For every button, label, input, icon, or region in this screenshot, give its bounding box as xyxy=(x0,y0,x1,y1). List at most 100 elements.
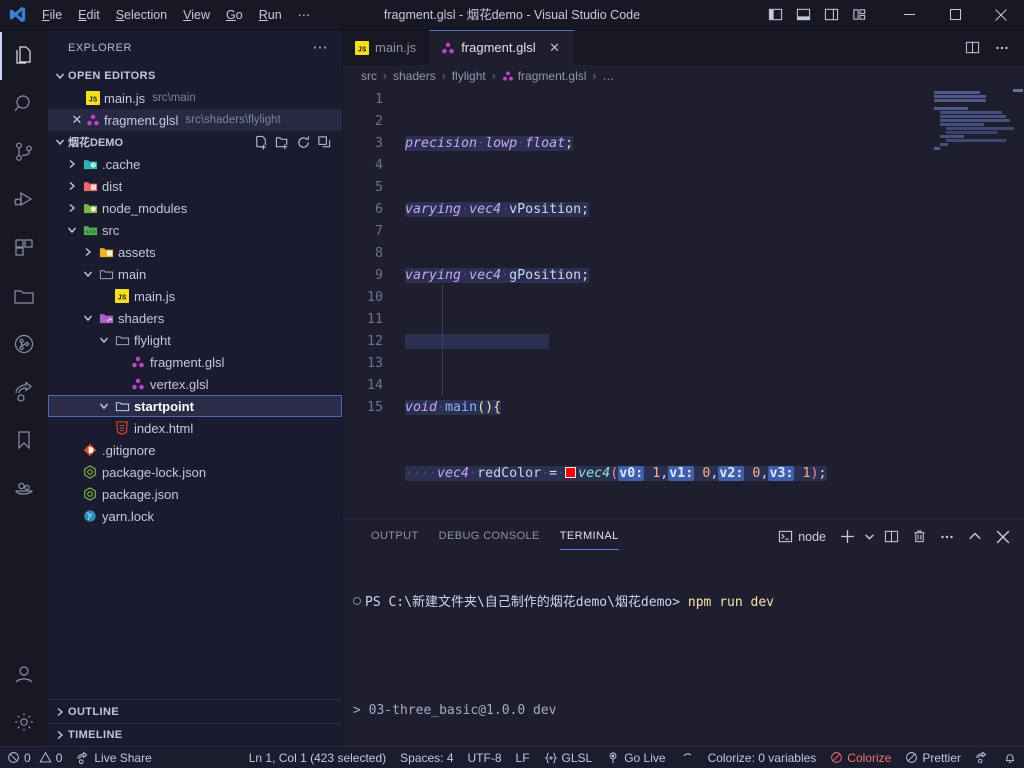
tree-item-dist[interactable]: dist xyxy=(48,175,342,197)
toggle-panel-icon[interactable] xyxy=(790,2,816,28)
code-content[interactable]: precision·lowp·float; varying·vec4·vPosi… xyxy=(405,87,1024,518)
tree-item-node-modules[interactable]: node_modules xyxy=(48,197,342,219)
terminal-dropdown-icon[interactable] xyxy=(862,524,876,550)
tab-close-icon[interactable]: ✕ xyxy=(548,40,562,56)
new-folder-icon[interactable] xyxy=(272,132,292,152)
status-colorize-count[interactable]: Colorize: 0 variables xyxy=(701,747,824,768)
accounts-icon[interactable] xyxy=(0,650,48,698)
open-editor-item-fragmentglsl[interactable]: ✕ fragment.glsl src\shaders\flylight xyxy=(48,109,342,131)
status-colorize[interactable]: Colorize xyxy=(823,747,898,768)
explorer-more-icon[interactable]: ⋯ xyxy=(307,40,335,55)
close-icon[interactable]: ✕ xyxy=(68,112,86,128)
tree-item-main-folder[interactable]: main xyxy=(48,263,342,285)
sidebar-item-source-control[interactable] xyxy=(0,128,48,176)
menu-view[interactable]: View xyxy=(175,4,218,26)
status-language-mode[interactable]: GLSL xyxy=(537,747,600,768)
breadcrumb-shaders[interactable]: shaders xyxy=(393,69,436,83)
status-cursor-position[interactable]: Ln 1, Col 1 (423 selected) xyxy=(242,747,393,768)
window-minimize-button[interactable] xyxy=(886,0,932,30)
window-close-button[interactable] xyxy=(978,0,1024,30)
scrollbar-thumb[interactable] xyxy=(1013,89,1023,92)
status-encoding[interactable]: UTF-8 xyxy=(461,747,509,768)
chevron-right-icon[interactable] xyxy=(64,178,80,194)
status-prettier[interactable]: Prettier xyxy=(898,747,968,768)
breadcrumb-src[interactable]: src xyxy=(361,69,377,83)
tree-item-indexhtml[interactable]: index.html xyxy=(48,417,342,439)
tab-output[interactable]: OUTPUT xyxy=(361,519,429,554)
menu-file[interactable]: File xyxy=(34,4,70,26)
status-problems[interactable]: 0 0 xyxy=(0,747,69,768)
tree-item-package-lock-json[interactable]: package-lock.json xyxy=(48,461,342,483)
tree-item-flylight[interactable]: flylight xyxy=(48,329,342,351)
chevron-right-icon[interactable] xyxy=(64,200,80,216)
chevron-right-icon[interactable] xyxy=(80,244,96,260)
tree-item-startpoint[interactable]: startpoint xyxy=(48,395,342,417)
sidebar-item-bookmarks[interactable] xyxy=(0,416,48,464)
collapse-all-icon[interactable] xyxy=(314,132,334,152)
more-actions-icon[interactable] xyxy=(988,33,1016,63)
sidebar-item-live-share[interactable] xyxy=(0,368,48,416)
customize-layout-icon[interactable] xyxy=(846,2,872,28)
status-notifications[interactable] xyxy=(996,747,1024,768)
outline-section-header[interactable]: OUTLINE xyxy=(48,700,342,723)
tree-item-cache[interactable]: .cache xyxy=(48,153,342,175)
chevron-down-icon[interactable] xyxy=(64,222,80,238)
open-editors-section-header[interactable]: OPEN EDITORS xyxy=(48,65,342,87)
close-panel-icon[interactable] xyxy=(990,524,1016,550)
status-eol[interactable]: LF xyxy=(509,747,537,768)
sidebar-item-extensions[interactable] xyxy=(0,224,48,272)
code-editor[interactable]: 1 2 3 4 5 6 7 8 9 10 11 12 13 14 15 prec… xyxy=(343,87,1024,518)
kill-terminal-icon[interactable] xyxy=(906,524,932,550)
menu-run[interactable]: Run xyxy=(251,4,290,26)
tree-item-shaders[interactable]: shaders xyxy=(48,307,342,329)
tab-terminal[interactable]: TERMINAL xyxy=(550,519,629,554)
window-maximize-button[interactable] xyxy=(932,0,978,30)
tree-item-fragmentglsl[interactable]: fragment.glsl xyxy=(48,351,342,373)
status-indentation[interactable]: Spaces: 4 xyxy=(393,747,460,768)
tree-item-mainjs[interactable]: JS main.js xyxy=(48,285,342,307)
sidebar-item-search[interactable] xyxy=(0,80,48,128)
chevron-right-icon[interactable] xyxy=(64,156,80,172)
tab-fragmentglsl[interactable]: fragment.glsl ✕ xyxy=(429,30,575,65)
open-editor-item-mainjs[interactable]: ✕ JS main.js src\main xyxy=(48,87,342,109)
tree-item-src[interactable]: </> src xyxy=(48,219,342,241)
sidebar-item-gitlens[interactable] xyxy=(0,320,48,368)
menu-edit[interactable]: Edit xyxy=(70,4,108,26)
tree-item-vertexglsl[interactable]: vertex.glsl xyxy=(48,373,342,395)
chevron-down-icon[interactable] xyxy=(80,266,96,282)
refresh-icon[interactable] xyxy=(293,132,313,152)
tab-mainjs[interactable]: JS main.js xyxy=(343,30,430,65)
tree-item-gitignore[interactable]: .gitignore xyxy=(48,439,342,461)
timeline-section-header[interactable]: TIMELINE xyxy=(48,723,342,746)
breadcrumb-fragmentglsl[interactable]: fragment.glsl xyxy=(502,69,586,83)
breadcrumb-overflow[interactable]: … xyxy=(602,69,614,83)
toggle-primary-sidebar-icon[interactable] xyxy=(762,2,788,28)
tab-debug-console[interactable]: DEBUG CONSOLE xyxy=(429,519,550,554)
status-feedback[interactable] xyxy=(968,747,996,768)
menu-go[interactable]: Go xyxy=(218,4,251,26)
terminal-output[interactable]: PS C:\新建文件夹\自己制作的烟花demo\烟花demo> npm run … xyxy=(343,554,1024,746)
status-go-live[interactable]: Go Live xyxy=(599,747,672,768)
tree-item-assets[interactable]: assets xyxy=(48,241,342,263)
settings-gear-icon[interactable] xyxy=(0,698,48,746)
status-live-share[interactable]: Live Share xyxy=(69,747,158,768)
new-file-icon[interactable] xyxy=(251,132,271,152)
menu-more[interactable]: ⋯ xyxy=(290,4,319,26)
chevron-down-icon[interactable] xyxy=(80,310,96,326)
terminal-selector[interactable]: node xyxy=(772,529,832,544)
menu-selection[interactable]: Selection xyxy=(108,4,175,26)
tree-item-yarn-lock[interactable]: yarn.lock xyxy=(48,505,342,527)
project-section-header[interactable]: 烟花DEMO xyxy=(48,131,342,153)
maximize-panel-icon[interactable] xyxy=(962,524,988,550)
editor-vertical-scrollbar[interactable] xyxy=(1012,87,1024,518)
sidebar-item-docker[interactable] xyxy=(0,464,48,512)
panel-more-icon[interactable] xyxy=(934,524,960,550)
toggle-secondary-sidebar-icon[interactable] xyxy=(818,2,844,28)
split-terminal-icon[interactable] xyxy=(878,524,904,550)
sidebar-item-explorer[interactable] xyxy=(0,32,48,80)
breadcrumb-flylight[interactable]: flylight xyxy=(452,69,486,83)
sidebar-item-run-and-debug[interactable] xyxy=(0,176,48,224)
new-terminal-icon[interactable] xyxy=(834,524,860,550)
chevron-down-icon[interactable] xyxy=(96,332,112,348)
split-editor-icon[interactable] xyxy=(958,33,986,63)
